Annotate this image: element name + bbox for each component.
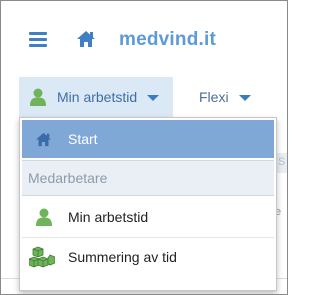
menu-item-label: Summering av tid	[68, 249, 177, 265]
chevron-down-icon	[147, 95, 159, 101]
user-icon	[30, 88, 46, 106]
user-icon	[36, 208, 52, 226]
menu-item-min-arbetstid[interactable]: Min arbetstid	[22, 198, 274, 236]
background-text: S	[278, 156, 286, 168]
menu-item-summering-av-tid[interactable]: Summering av tid	[22, 238, 274, 276]
top-header: medvind.it	[1, 1, 287, 71]
tab-flexi[interactable]: Flexi	[186, 77, 276, 117]
menu-item-label: Start	[68, 131, 98, 147]
tab-label: Flexi	[199, 89, 229, 105]
menu-item-label: Min arbetstid	[68, 209, 149, 225]
cubes-icon	[29, 246, 55, 268]
section-label: Medarbetare	[28, 170, 108, 186]
home-icon[interactable]	[76, 30, 96, 48]
hamburger-menu-icon[interactable]	[29, 32, 47, 47]
tab-label: Min arbetstid	[57, 89, 138, 105]
brand-title[interactable]: medvind.it	[119, 29, 216, 51]
background-panel: S	[276, 153, 287, 173]
app-window: medvind.it Min arbetstid Flexi S e Start…	[0, 0, 288, 295]
menu-section-header: Medarbetare	[22, 160, 274, 196]
home-icon	[36, 132, 51, 147]
menu-item-start[interactable]: Start	[22, 120, 274, 158]
dropdown-menu: Start Medarbetare Min arbetstid Summerin…	[19, 117, 277, 291]
chevron-down-icon	[239, 95, 251, 101]
tab-min-arbetstid[interactable]: Min arbetstid	[19, 77, 173, 117]
